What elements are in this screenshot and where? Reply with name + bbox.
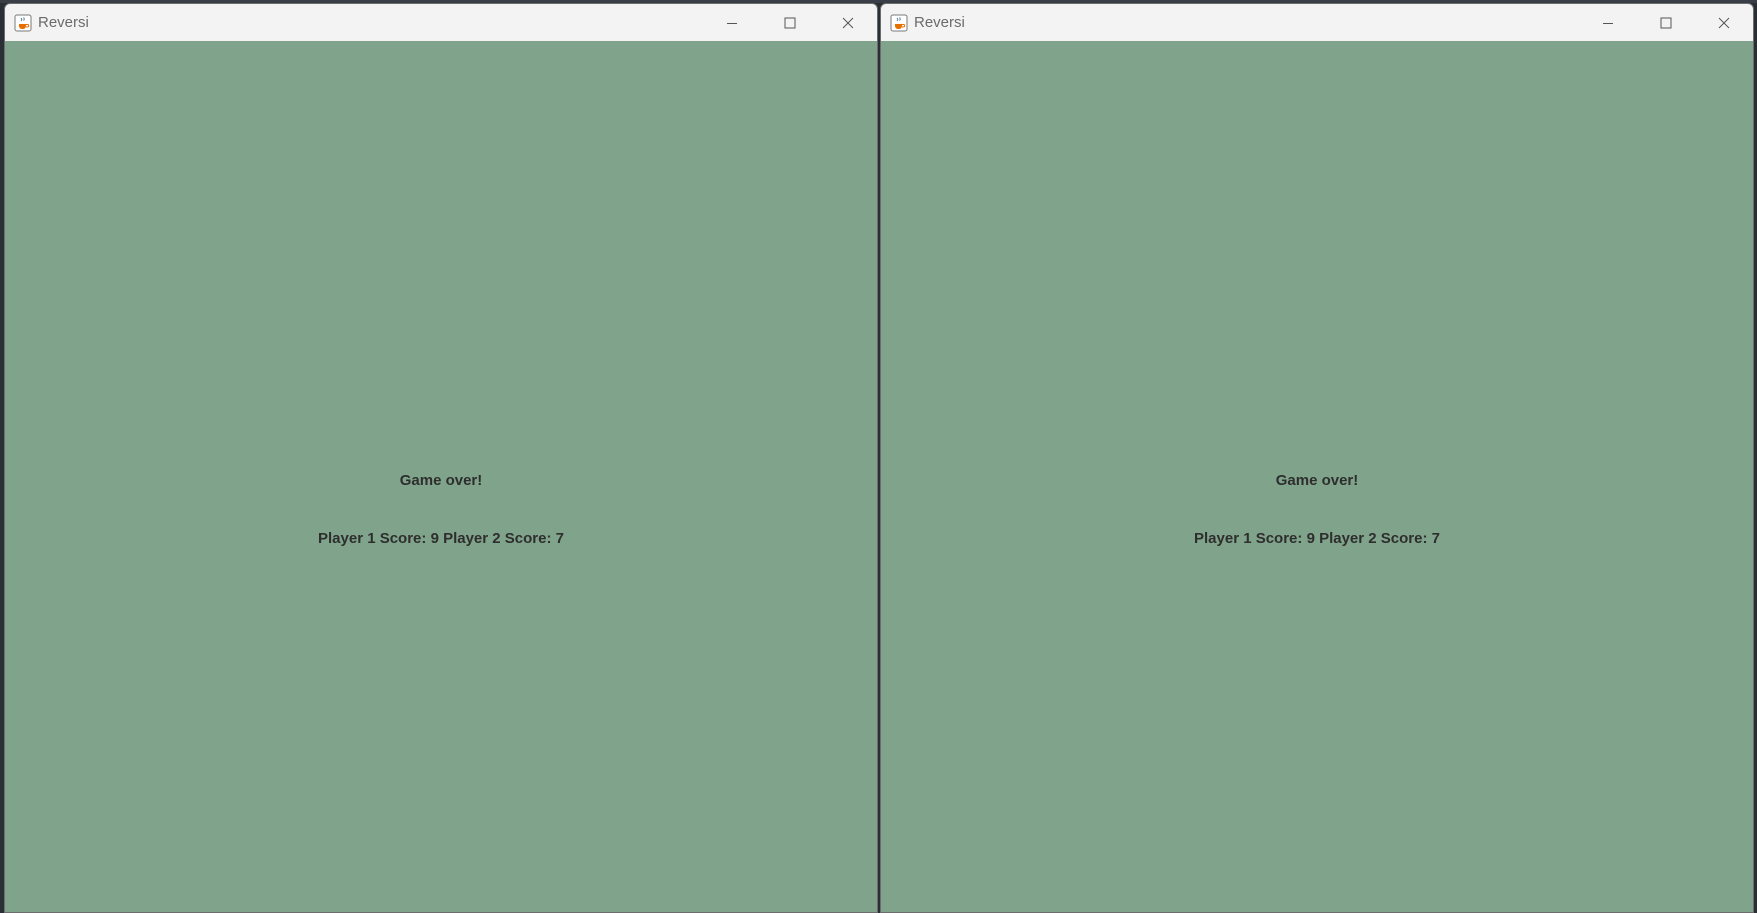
game-board-area[interactable]: Game over! Player 1 Score: 9 Player 2 Sc… <box>881 41 1753 912</box>
title-bar[interactable]: Reversi <box>881 4 1753 41</box>
score-label: Player 1 Score: 9 Player 2 Score: 7 <box>318 530 564 547</box>
window-controls <box>1579 4 1753 41</box>
desktop: Reversi Game over! Player 1 Score: 9 Pla… <box>0 0 1757 913</box>
minimize-icon <box>727 22 737 24</box>
game-board-area[interactable]: Game over! Player 1 Score: 9 Player 2 Sc… <box>5 41 877 912</box>
maximize-icon <box>1660 17 1672 28</box>
maximize-icon <box>784 17 796 28</box>
maximize-button[interactable] <box>761 4 819 41</box>
minimize-button[interactable] <box>1579 4 1637 41</box>
java-coffee-cup-icon <box>13 13 33 33</box>
title-bar[interactable]: Reversi <box>5 4 877 41</box>
maximize-button[interactable] <box>1637 4 1695 41</box>
score-label: Player 1 Score: 9 Player 2 Score: 7 <box>1194 530 1440 547</box>
reversi-window-left[interactable]: Reversi Game over! Player 1 Score: 9 Pla… <box>4 3 878 913</box>
reversi-window-right[interactable]: Reversi Game over! Player 1 Score: 9 Pla… <box>880 3 1754 913</box>
minimize-button[interactable] <box>703 4 761 41</box>
game-over-label: Game over! <box>399 472 483 489</box>
game-over-label: Game over! <box>1275 472 1359 489</box>
close-icon <box>842 17 854 28</box>
minimize-icon <box>1603 22 1613 24</box>
window-title: Reversi <box>38 14 89 31</box>
close-icon <box>1718 17 1730 28</box>
close-button[interactable] <box>819 4 877 41</box>
java-coffee-cup-icon <box>889 13 909 33</box>
close-button[interactable] <box>1695 4 1753 41</box>
window-controls <box>703 4 877 41</box>
window-title: Reversi <box>914 14 965 31</box>
